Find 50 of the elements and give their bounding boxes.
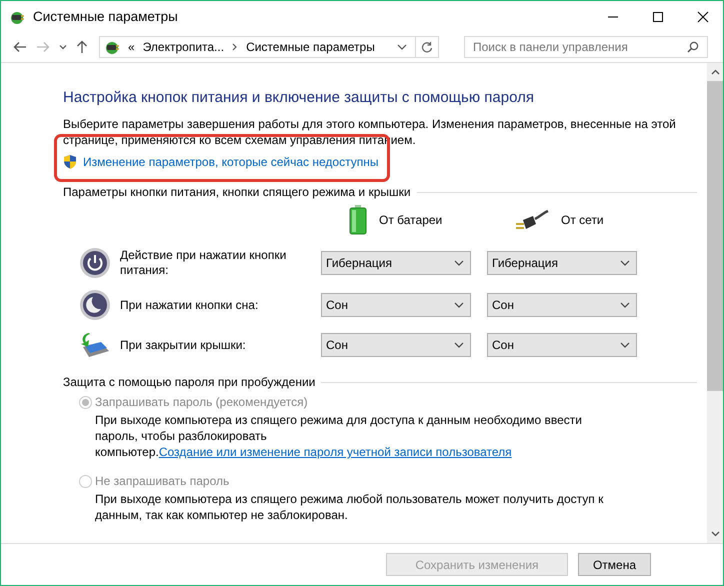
breadcrumb-overflow[interactable]: «: [128, 40, 135, 54]
search-field[interactable]: Поиск в панели управления: [464, 36, 708, 58]
power-plug-icon: [515, 209, 549, 231]
breadcrumb-item[interactable]: Системные параметры: [246, 40, 375, 54]
up-arrow-icon[interactable]: [76, 40, 88, 54]
chevron-right-icon[interactable]: [232, 43, 238, 51]
shield-icon: [63, 154, 77, 169]
cancel-button[interactable]: Отмена: [578, 553, 651, 576]
dropdown[interactable]: Сон: [487, 293, 637, 317]
column-header: От батареи: [379, 213, 442, 227]
section-title: Защита с помощью пароля при пробуждении: [63, 375, 316, 389]
chevron-down-icon: [620, 302, 630, 308]
admin-link[interactable]: Изменение параметров, которые сейчас недоступны: [83, 154, 378, 168]
chevron-down-icon: [454, 302, 464, 308]
setting-label: При закрытии крышки:: [120, 338, 246, 352]
column-header: От сети: [561, 213, 604, 227]
setting-label: При нажатии кнопки сна:: [120, 298, 258, 312]
section-title: Параметры кнопки питания, кнопки спящего режима и крышки: [63, 185, 411, 199]
dropdown[interactable]: Сон: [487, 333, 637, 357]
maximize-icon[interactable]: [652, 10, 664, 22]
scrollbar-thumb[interactable]: [707, 81, 723, 391]
scrollbar[interactable]: [707, 63, 723, 543]
scroll-up-icon[interactable]: [710, 69, 720, 75]
chevron-down-icon[interactable]: [397, 44, 407, 50]
power-button-icon: [79, 247, 111, 279]
dropdown-caret-icon[interactable]: [59, 44, 67, 50]
setting-label: Действие при нажатии кнопки питания:: [120, 248, 288, 278]
refresh-icon: [421, 41, 433, 53]
chevron-down-icon: [454, 342, 464, 348]
option-description: При выходе компьютера из спящего режима любой пользователь может получить доступ к данным, так как компьютер не заблокирован.: [95, 491, 604, 523]
page-heading: Настройка кнопок питания и включение защиты с помощью пароля: [63, 89, 535, 106]
dropdown[interactable]: Гибернация: [321, 251, 471, 275]
close-icon[interactable]: [697, 10, 709, 22]
back-arrow-icon[interactable]: [13, 41, 27, 53]
option-description: При выходе компьютера из спящего режима для доступа к данным необходимо ввести пароль, чтобы разблокировать компьютер.Создание или изменение пароля учетной записи пользователя: [95, 412, 583, 460]
dropdown[interactable]: Гибернация: [487, 251, 637, 275]
breadcrumb-item[interactable]: Электропита...: [142, 40, 224, 54]
search-icon: [687, 41, 699, 53]
window-title: Системные параметры: [33, 9, 178, 24]
scroll-down-icon[interactable]: [710, 531, 720, 537]
chevron-down-icon: [620, 342, 630, 348]
battery-icon: [349, 205, 367, 235]
address-bar[interactable]: « Электропита... Системные параметры: [99, 36, 439, 58]
chevron-down-icon: [454, 260, 464, 266]
power-options-icon: [104, 39, 120, 55]
dropdown[interactable]: Сон: [321, 293, 471, 317]
dropdown[interactable]: Сон: [321, 333, 471, 357]
laptop-icon: [79, 331, 111, 359]
moon-button-icon: [79, 289, 111, 321]
chevron-down-icon: [620, 260, 630, 266]
